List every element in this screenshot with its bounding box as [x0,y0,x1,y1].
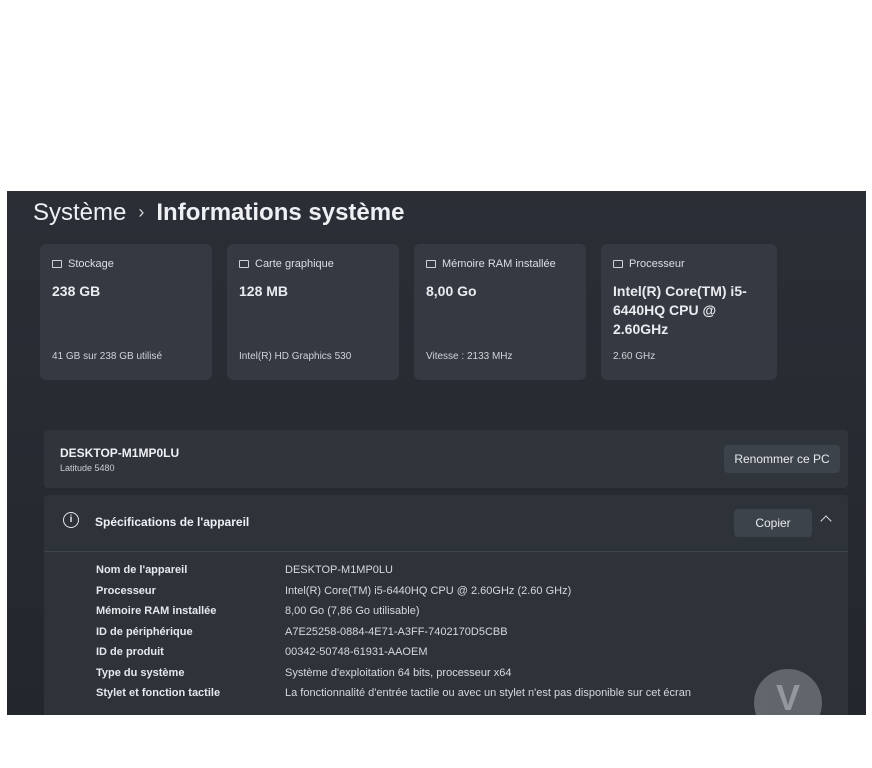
breadcrumb-parent[interactable]: Système [33,199,126,226]
breadcrumb: Système › Informations système [33,199,404,227]
spec-key: Stylet et fonction tactile [96,687,221,699]
device-model: Latitude 5480 [60,463,115,473]
chevron-up-icon[interactable] [820,515,832,527]
specs-header[interactable]: i Spécifications de l'appareil Copier [44,495,848,552]
graphics-card-icon [239,260,249,268]
spec-value: 00342-50748-61931-AAOEM [285,646,428,658]
spec-value: A7E25258-0884-4E71-A3FF-7402170D5CBB [285,626,508,638]
specs-title: Spécifications de l'appareil [95,515,250,529]
spec-key: Mémoire RAM installée [96,605,217,617]
device-name-bar: DESKTOP-M1MP0LU Latitude 5480 Renommer c… [44,430,848,488]
spec-key: Type du système [96,667,185,679]
processor-speed: 2.60 GHz [613,351,656,362]
storage-card[interactable]: Stockage 238 GB 41 GB sur 238 GB utilisé [40,244,212,380]
spec-value: DESKTOP-M1MP0LU [285,564,393,576]
device-specs-section: i Spécifications de l'appareil Copier No… [44,495,848,715]
processor-icon [613,260,623,268]
spec-key: Processeur [96,585,156,597]
info-icon: i [63,512,79,528]
spec-key: ID de périphérique [96,626,193,638]
spec-key: ID de produit [96,646,164,658]
ram-label: Mémoire RAM installée [442,258,556,270]
graphics-label: Carte graphique [255,258,334,270]
device-name: DESKTOP-M1MP0LU [60,446,180,460]
storage-label: Stockage [68,258,114,270]
spec-value: Système d'exploitation 64 bits, processe… [285,667,512,679]
chevron-right-icon: › [138,202,145,222]
watermark-letter: V [776,677,801,715]
spec-value: Intel(R) Core(TM) i5-6440HQ CPU @ 2.60GH… [285,585,572,597]
spec-value: 8,00 Go (7,86 Go utilisable) [285,605,420,617]
page-title: Informations système [156,199,405,226]
graphics-name: Intel(R) HD Graphics 530 [239,351,352,362]
storage-value: 238 GB [52,283,101,299]
graphics-value: 128 MB [239,283,289,299]
ram-speed: Vitesse : 2133 MHz [426,351,513,362]
graphics-card[interactable]: Carte graphique 128 MB Intel(R) HD Graph… [227,244,399,380]
spec-value: La fonctionnalité d'entrée tactile ou av… [285,687,691,699]
processor-card[interactable]: Processeur Intel(R) Core(TM) i5-6440HQ C… [601,244,777,380]
ram-value: 8,00 Go [426,283,477,299]
settings-window: Système › Informations système Stockage 23… [7,191,866,715]
processor-value: Intel(R) Core(TM) i5-6440HQ CPU @ 2.60GH… [613,283,747,337]
ram-icon [426,260,436,268]
storage-usage: 41 GB sur 238 GB utilisé [52,351,163,362]
ram-card[interactable]: Mémoire RAM installée 8,00 Go Vitesse : … [414,244,586,380]
processor-label: Processeur [629,258,685,270]
copy-button[interactable]: Copier [734,509,812,537]
rename-pc-button[interactable]: Renommer ce PC [724,445,840,473]
storage-icon [52,260,62,268]
spec-key: Nom de l'appareil [96,564,188,576]
